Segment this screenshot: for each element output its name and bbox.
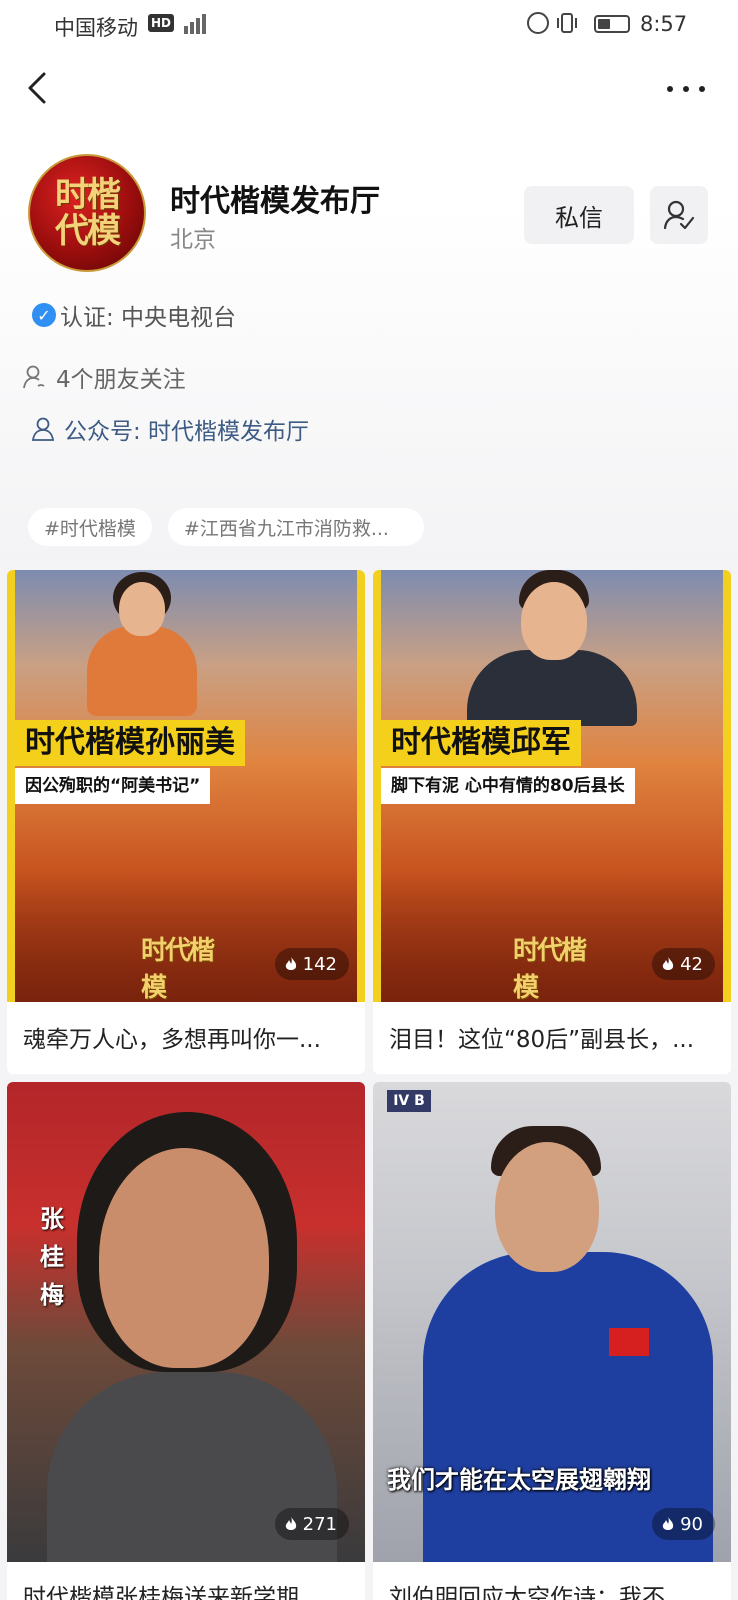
video-title: 泪目！这位“80后”副县长，... xyxy=(389,1027,695,1053)
subtitle-overlay: 我们才能在太空展翅翱翔 xyxy=(387,1466,651,1494)
verification-text: 认证: 中央电视台 xyxy=(60,305,237,331)
program-logo: 时代楷模 xyxy=(141,936,215,1003)
follow-button[interactable] xyxy=(650,186,708,244)
person-face xyxy=(99,1148,269,1368)
heat-badge: 142 xyxy=(274,948,349,980)
person-face xyxy=(495,1142,599,1272)
video-thumbnail: 时代楷模孙丽美 因公殉职的“阿美书记” 时代楷模 xyxy=(7,570,365,1003)
tag-chip[interactable]: #时代楷模 xyxy=(28,508,152,546)
person-figure xyxy=(467,650,637,726)
public-account-row[interactable]: 公众号: 时代楷模发布厅 xyxy=(30,412,309,446)
name-overlay: 张桂梅 xyxy=(40,1204,64,1309)
public-account-icon xyxy=(31,417,55,441)
video-thumbnail: 张桂梅 xyxy=(7,1082,365,1562)
flame-icon xyxy=(285,1516,296,1530)
verified-badge-icon: ✓ xyxy=(32,303,56,327)
video-card[interactable]: 张桂梅 271 时代楷模张桂梅送来新学期... xyxy=(7,1082,365,1600)
heat-badge: 271 xyxy=(274,1508,349,1540)
battery-icon xyxy=(594,15,630,33)
station-label: IV B xyxy=(387,1090,431,1112)
poster-title: 时代楷模孙丽美 xyxy=(15,720,245,766)
flame-icon xyxy=(662,956,674,970)
verification-row: ✓ 认证: 中央电视台 xyxy=(32,298,236,332)
heat-count: 271 xyxy=(302,1513,337,1535)
clock: 8:57 xyxy=(640,12,688,36)
friends-following-text: 4个朋友关注 xyxy=(56,367,186,393)
poster-subtitle: 脚下有泥 心中有情的80后县长 xyxy=(381,768,635,804)
video-title: 魂牵万人心，多想再叫你一... xyxy=(23,1027,321,1053)
header-background xyxy=(0,0,738,560)
poster-subtitle: 因公殉职的“阿美书记” xyxy=(15,768,211,804)
message-button[interactable]: 私信 xyxy=(524,186,634,244)
carrier-label: 中国移动 xyxy=(54,16,138,40)
vibrate-icon xyxy=(557,13,577,33)
person-figure xyxy=(87,626,197,716)
hd-badge: HD xyxy=(148,14,175,32)
back-arrow-icon[interactable] xyxy=(20,66,60,110)
flag-patch xyxy=(609,1328,649,1356)
avatar-logo-text: 时楷代模 xyxy=(55,175,121,251)
video-card[interactable]: 时代楷模邱军 脚下有泥 心中有情的80后县长 时代楷模 42 泪目！这位“80后… xyxy=(373,570,731,1074)
video-title: 时代楷模张桂梅送来新学期... xyxy=(23,1585,321,1600)
friends-following-row[interactable]: 4个朋友关注 xyxy=(22,360,186,394)
avatar[interactable]: 时楷代模 xyxy=(28,154,146,272)
video-thumbnail: IV B 我们才能在太空展翅翱翔 xyxy=(373,1082,731,1562)
heat-count: 90 xyxy=(680,1513,703,1535)
friend-icon xyxy=(23,365,45,389)
video-card[interactable]: 时代楷模孙丽美 因公殉职的“阿美书记” 时代楷模 142 魂牵万人心，多想再叫你… xyxy=(7,570,365,1074)
followed-user-icon xyxy=(663,200,695,230)
flame-icon xyxy=(662,1516,674,1530)
tag-chip[interactable]: #江西省九江市消防救... xyxy=(167,508,424,546)
topic-tags: #时代楷模 #江西省九江市消防救... xyxy=(28,508,424,546)
more-options-icon[interactable] xyxy=(664,74,708,104)
account-name: 时代楷模发布厅 xyxy=(170,184,380,219)
heat-count: 42 xyxy=(680,953,703,975)
signal-icon xyxy=(176,12,210,34)
flame-icon xyxy=(285,956,296,970)
account-location: 北京 xyxy=(170,227,216,253)
video-thumbnail: 时代楷模邱军 脚下有泥 心中有情的80后县长 时代楷模 xyxy=(373,570,731,1003)
poster-title: 时代楷模邱军 xyxy=(381,720,581,766)
program-logo: 时代楷模 xyxy=(513,936,587,1003)
heat-count: 142 xyxy=(302,953,337,975)
status-bar: 中国移动 HD 8:57 xyxy=(0,0,738,50)
alarm-icon xyxy=(527,12,549,34)
public-account-text: 公众号: 时代楷模发布厅 xyxy=(64,419,310,445)
video-title: 刘伯明回应太空作诗：我不... xyxy=(389,1585,687,1600)
video-card[interactable]: IV B 我们才能在太空展翅翱翔 90 刘伯明回应太空作诗：我不... xyxy=(373,1082,731,1600)
heat-badge: 42 xyxy=(652,948,715,980)
heat-badge: 90 xyxy=(652,1508,715,1540)
